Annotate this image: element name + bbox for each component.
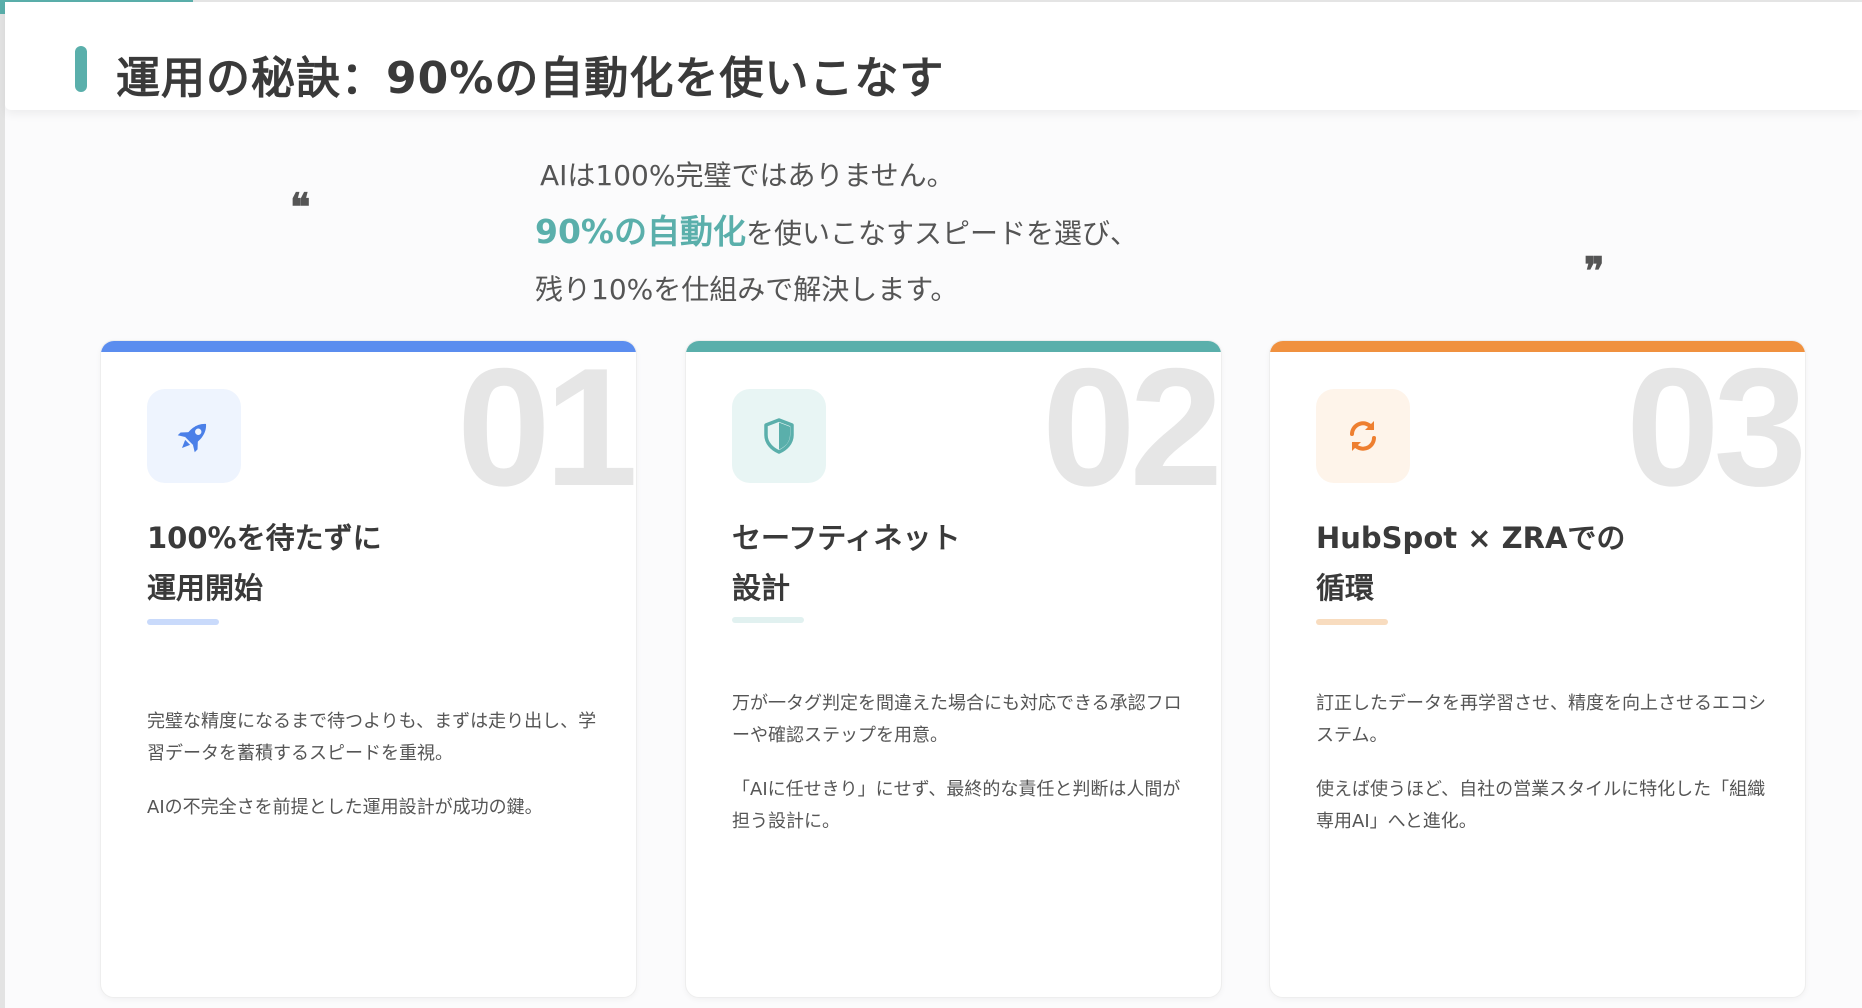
card-title-line-1: HubSpot × ZRAでの	[1316, 521, 1626, 555]
card-title-line-1: セーフティネット	[732, 521, 961, 555]
card-paragraph-1: 完璧な精度になるまで待つよりも、まずは走り出し、学習データを蓄積するスピードを重…	[147, 711, 597, 764]
card-number: 02	[1042, 340, 1221, 521]
lead-line-3: 残り10%を仕組みで解決します。	[535, 273, 959, 306]
lead-line-2: 90%の自動化を使いこなすスピードを選び、	[535, 204, 1138, 262]
card-title-underline	[147, 619, 219, 625]
card-paragraph-1: 訂正したデータを再学習させ、精度を向上させるエコシステム。	[1316, 693, 1766, 746]
card-title: 100%を待たずに 運用開始	[147, 513, 382, 613]
title-accent-bar	[75, 46, 87, 92]
rocket-icon	[177, 423, 207, 453]
card-title-line-1: 100%を待たずに	[147, 521, 382, 555]
card-icon-tile	[147, 389, 241, 483]
card-number: 01	[457, 340, 636, 521]
quote-close-icon: ❞	[1584, 248, 1605, 293]
sync-icon	[1350, 421, 1376, 451]
lead-highlight: 90%の自動化	[535, 212, 746, 251]
card-title-line-2: 運用開始	[147, 571, 264, 605]
quote-open-icon: ❝	[290, 184, 311, 229]
lead-quote: AIは100%完璧ではありません。 90%の自動化を使いこなすスピードを選び、 …	[535, 148, 1138, 318]
card-title: HubSpot × ZRAでの 循環	[1316, 513, 1625, 613]
slide-header: 運用の秘訣：90%の自動化を使いこなす	[5, 2, 1862, 110]
page-title: 運用の秘訣：90%の自動化を使いこなす	[116, 53, 945, 104]
card-02: 02 セーフティネット 設計 万が一タグ判定を間違えた場合にも対応できる承認フロ…	[685, 340, 1222, 998]
shield-icon	[764, 418, 794, 454]
lead-line-2-rest: を使いこなすスピードを選び、	[746, 217, 1139, 250]
card-paragraph-2: 使えば使うほど、自社の営業スタイルに特化した「組織専用AI」へと進化。	[1316, 779, 1766, 832]
card-body: 万が一タグ判定を間違えた場合にも対応できる承認フローや確認ステップを用意。 「A…	[732, 688, 1192, 860]
card-01: 01 100%を待たずに 運用開始 完璧な精度になるまで待つよりも、まずは走り出…	[100, 340, 637, 998]
card-title-underline	[1316, 619, 1388, 625]
card-title: セーフティネット 設計	[732, 513, 961, 613]
card-title-line-2: 設計	[732, 571, 791, 605]
lead-line-1: AIは100%完璧ではありません。	[540, 159, 955, 192]
card-paragraph-2: AIの不完全さを前提とした運用設計が成功の鍵。	[147, 797, 543, 818]
card-icon-tile	[732, 389, 826, 483]
card-paragraph-1: 万が一タグ判定を間違えた場合にも対応できる承認フローや確認ステップを用意。	[732, 693, 1182, 746]
card-number: 03	[1626, 340, 1805, 521]
card-title-underline	[732, 617, 804, 623]
card-paragraph-2: 「AIに任せきり」にせず、最終的な責任と判断は人間が担う設計に。	[732, 779, 1181, 832]
card-body: 訂正したデータを再学習させ、精度を向上させるエコシステム。 使えば使うほど、自社…	[1316, 688, 1776, 860]
card-03: 03 HubSpot × ZRAでの 循環 訂正したデータを再学習させ、精度を向…	[1269, 340, 1806, 998]
card-title-line-2: 循環	[1316, 571, 1375, 605]
card-body: 完璧な精度になるまで待つよりも、まずは走り出し、学習データを蓄積するスピードを重…	[147, 706, 607, 846]
card-icon-tile	[1316, 389, 1410, 483]
